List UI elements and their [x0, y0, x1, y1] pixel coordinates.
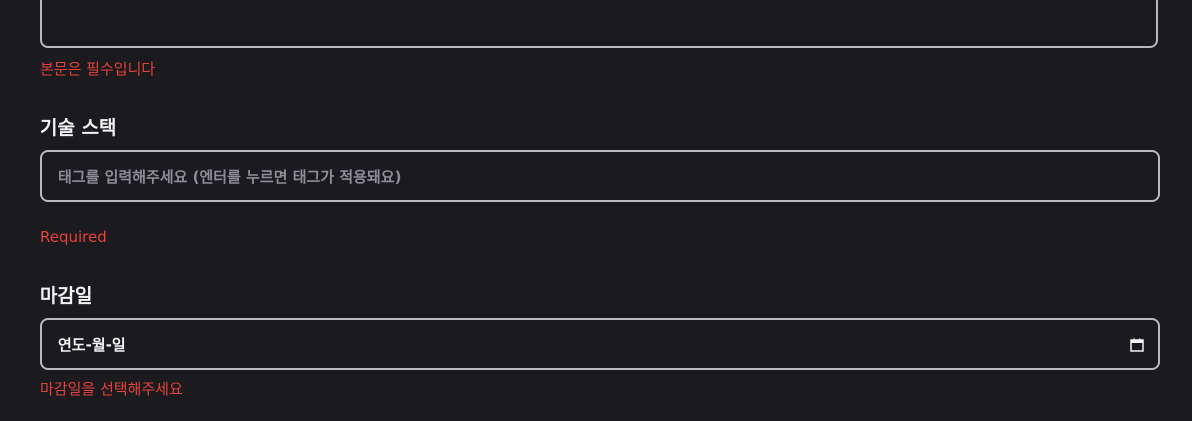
form-page: 본문은 필수입니다 기술 스택 태그를 입력해주세요 (엔터를 누르면 태그가 … — [0, 0, 1192, 421]
deadline-error-message: 마감일을 선택해주세요 — [40, 380, 183, 398]
tech-stack-label: 기술 스택 — [40, 117, 117, 139]
tech-stack-input[interactable]: 태그를 입력해주세요 (엔터를 누르면 태그가 적용돼요) — [40, 150, 1160, 202]
deadline-date-input[interactable]: 연도-월-일 — [40, 318, 1160, 370]
body-textarea[interactable] — [40, 0, 1158, 48]
body-error-message: 본문은 필수입니다 — [40, 60, 156, 78]
calendar-icon[interactable] — [1130, 337, 1144, 352]
tech-stack-placeholder: 태그를 입력해주세요 (엔터를 누르면 태그가 적용돼요) — [58, 167, 402, 186]
deadline-label: 마감일 — [40, 285, 93, 307]
tech-stack-error-message: Required — [40, 228, 107, 246]
deadline-date-value: 연도-월-일 — [58, 335, 126, 354]
